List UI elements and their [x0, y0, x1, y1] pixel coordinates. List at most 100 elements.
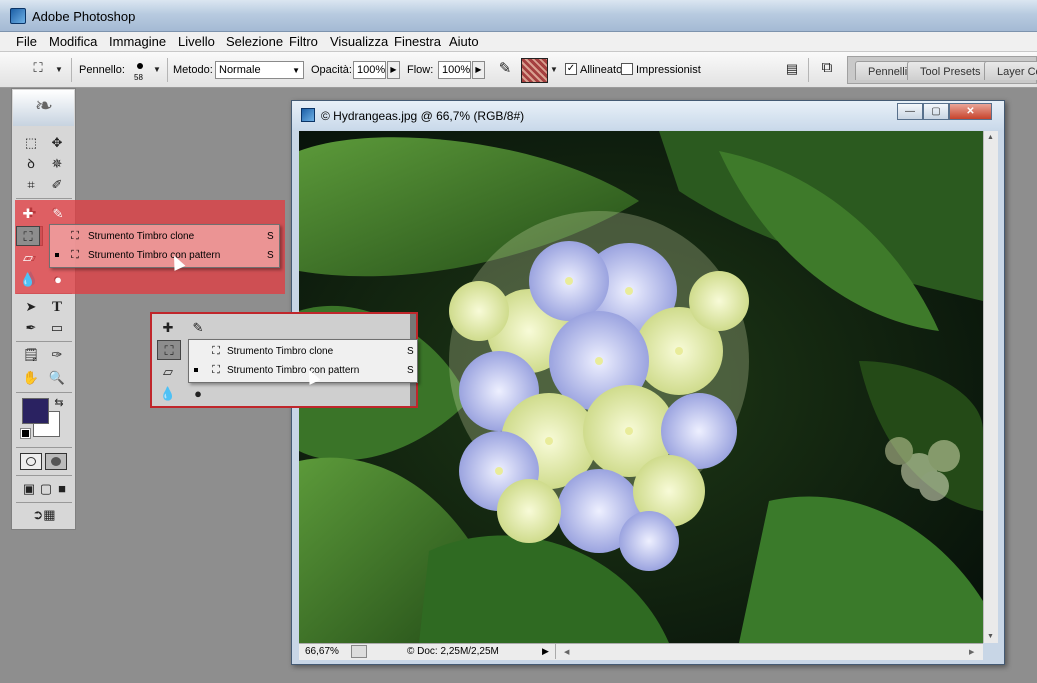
- airbrush-icon[interactable]: ✎: [494, 60, 516, 78]
- chevron-down-icon: ▼: [292, 66, 300, 75]
- brush-dropdown-arrow-icon[interactable]: ▼: [152, 61, 162, 79]
- menu-file[interactable]: File: [16, 34, 37, 49]
- feather-icon[interactable]: ❧: [23, 95, 65, 117]
- brush-tip-icon[interactable]: [137, 63, 143, 69]
- swap-colors-icon[interactable]: ⇆: [52, 394, 66, 412]
- pattern-dropdown-arrow-icon[interactable]: ▼: [549, 61, 559, 79]
- mode-select[interactable]: Normale ▼: [215, 61, 304, 79]
- menu-visualizza[interactable]: Visualizza: [330, 34, 388, 49]
- flyout-item-clone-stamp[interactable]: ⛶ Strumento Timbro clone S: [50, 227, 279, 246]
- zoom-level[interactable]: 66,67%: [305, 646, 339, 657]
- status-menu-icon[interactable]: [351, 645, 367, 658]
- menu-selezione[interactable]: Selezione: [226, 34, 283, 49]
- zoom-callout: ✚ ✎ ⛶ ▱ 💧 ● ⛶ Strumento Timbro clone S ⛶…: [150, 312, 418, 408]
- opacity-input[interactable]: 100%: [353, 61, 386, 79]
- selected-bullet-icon: [194, 368, 198, 372]
- slice-icon[interactable]: ✐: [47, 175, 67, 195]
- flyout-item-pattern-stamp[interactable]: ⛶ Strumento Timbro con pattern S: [50, 246, 279, 265]
- menu-immagine[interactable]: Immagine: [109, 34, 166, 49]
- scroll-right-arrow-icon[interactable]: ▶: [969, 648, 974, 656]
- opacity-label: Opacità:: [311, 64, 352, 76]
- scroll-left-arrow-icon[interactable]: ◀: [564, 648, 569, 656]
- clone-stamp-preset-icon[interactable]: ⛶: [28, 59, 48, 77]
- brush-icon: ✎: [52, 206, 64, 221]
- doc-size-info: © Doc: 2,25M/2,25M: [407, 646, 499, 657]
- foreground-color-swatch[interactable]: [22, 398, 49, 424]
- flyout-item-pattern-stamp[interactable]: ⛶ Strumento Timbro con pattern S: [189, 361, 417, 380]
- default-colors-icon[interactable]: [20, 428, 31, 439]
- options-bar: ⛶ ▼ Pennello: 58 ▼ Metodo: Normale ▼ Opac…: [0, 52, 1037, 88]
- impressionist-checkbox[interactable]: [621, 63, 633, 75]
- tab-tool-presets[interactable]: Tool Presets: [907, 61, 990, 80]
- shape-icon[interactable]: ▭: [47, 318, 67, 338]
- dodge-icon: ●: [54, 272, 62, 287]
- clone-stamp-icon: ⛶: [16, 226, 40, 246]
- opacity-arrow-icon[interactable]: ▶: [387, 61, 400, 79]
- eyedropper-icon[interactable]: ✑: [47, 345, 67, 365]
- highlight-overlay: ✚ ✎ ⛶ ▱ 💧 ● ⛶ Strumento Timbro clone S ⛶…: [15, 200, 285, 294]
- document-icon: [301, 108, 315, 122]
- clone-stamp-icon: ⛶: [71, 230, 79, 242]
- eraser-icon: ▱: [163, 364, 173, 379]
- tool-flyout-menu: ⛶ Strumento Timbro clone S ⛶ Strumento T…: [49, 224, 280, 268]
- vertical-scrollbar[interactable]: ▲ ▼: [983, 131, 998, 643]
- palette-well-icon[interactable]: ⧉: [816, 59, 838, 77]
- tab-layer-comps[interactable]: Layer Co: [984, 61, 1037, 80]
- horizontal-scrollbar[interactable]: [555, 644, 961, 659]
- flow-arrow-icon[interactable]: ▶: [472, 61, 485, 79]
- flow-input[interactable]: 100%: [438, 61, 471, 79]
- healing-brush-icon: ✚: [162, 320, 174, 335]
- menu-bar: File Modifica Immagine Livello Selezione…: [0, 32, 1037, 52]
- minimize-button[interactable]: —: [897, 103, 923, 120]
- standard-mode-icon[interactable]: [20, 453, 42, 470]
- jump-to-imageready-icon[interactable]: ➲▦: [24, 505, 64, 525]
- status-arrow-icon[interactable]: ▶: [542, 646, 549, 657]
- brush-size: 58: [134, 73, 143, 82]
- maximize-button[interactable]: ▢: [923, 103, 949, 120]
- tool-flyout-menu-zoomed: ⛶ Strumento Timbro clone S ⛶ Strumento T…: [188, 339, 418, 383]
- pattern-swatch[interactable]: [521, 58, 548, 83]
- aligned-checkbox[interactable]: ✓: [565, 63, 577, 75]
- preset-dropdown-arrow-icon[interactable]: ▼: [54, 61, 64, 79]
- pen-icon[interactable]: ✒: [21, 318, 41, 338]
- marquee-icon[interactable]: ⬚: [21, 133, 41, 153]
- hand-icon[interactable]: ✋: [21, 368, 41, 388]
- mode-value: Normale: [219, 64, 261, 76]
- scroll-up-arrow-icon[interactable]: ▲: [987, 134, 994, 141]
- document-titlebar: © Hydrangeas.jpg @ 66,7% (RGB/8#) — ▢ ✕: [292, 101, 1004, 130]
- menu-modifica[interactable]: Modifica: [49, 34, 97, 49]
- flyout-item-clone-stamp[interactable]: ⛶ Strumento Timbro clone S: [189, 342, 417, 361]
- selected-bullet-icon: [55, 253, 59, 257]
- app-title: Adobe Photoshop: [32, 9, 136, 24]
- impressionist-label: Impressionist: [636, 64, 701, 76]
- photoshop-app-icon: [10, 8, 26, 24]
- lasso-icon[interactable]: ꝺ: [21, 154, 41, 174]
- notes-icon[interactable]: 🗒: [21, 345, 41, 365]
- clone-stamp-icon: ⛶: [157, 340, 181, 360]
- menu-filtro[interactable]: Filtro: [289, 34, 318, 49]
- pattern-stamp-icon: ⛶: [71, 249, 79, 261]
- dodge-icon: ●: [194, 386, 202, 401]
- crop-icon[interactable]: ⌗: [21, 175, 41, 195]
- status-bar: 66,67% © Doc: 2,25M/2,25M ▶ ◀ ▶: [299, 643, 983, 660]
- quickmask-mode-icon[interactable]: [45, 453, 67, 470]
- toolbox: ❧ ⬚ ✥ ꝺ ✵ ⌗ ✐ ✚ ✎ ⛶ ▱ 💧 ● ➤ T ✒ ▭ 🗒 ✑ ✋ …: [11, 88, 76, 530]
- type-icon[interactable]: T: [47, 297, 67, 317]
- eraser-icon: ▱: [23, 250, 33, 265]
- zoom-icon[interactable]: 🔍: [47, 368, 67, 388]
- document-title: © Hydrangeas.jpg @ 66,7% (RGB/8#): [321, 109, 525, 123]
- menu-finestra[interactable]: Finestra: [394, 34, 441, 49]
- magic-wand-icon[interactable]: ✵: [47, 154, 67, 174]
- file-browser-icon[interactable]: ▤: [782, 60, 802, 78]
- pattern-stamp-icon: ⛶: [212, 364, 220, 376]
- screen-mode-full-icon[interactable]: ■: [52, 479, 72, 499]
- clone-stamp-icon: ⛶: [212, 345, 220, 357]
- aligned-label: Allineato: [580, 64, 623, 76]
- scroll-down-arrow-icon[interactable]: ▼: [987, 633, 994, 640]
- close-button[interactable]: ✕: [949, 103, 992, 120]
- healing-brush-icon: ✚: [22, 206, 34, 221]
- path-selection-icon[interactable]: ➤: [21, 297, 41, 317]
- move-icon[interactable]: ✥: [47, 133, 67, 153]
- menu-livello[interactable]: Livello: [178, 34, 215, 49]
- menu-aiuto[interactable]: Aiuto: [449, 34, 479, 49]
